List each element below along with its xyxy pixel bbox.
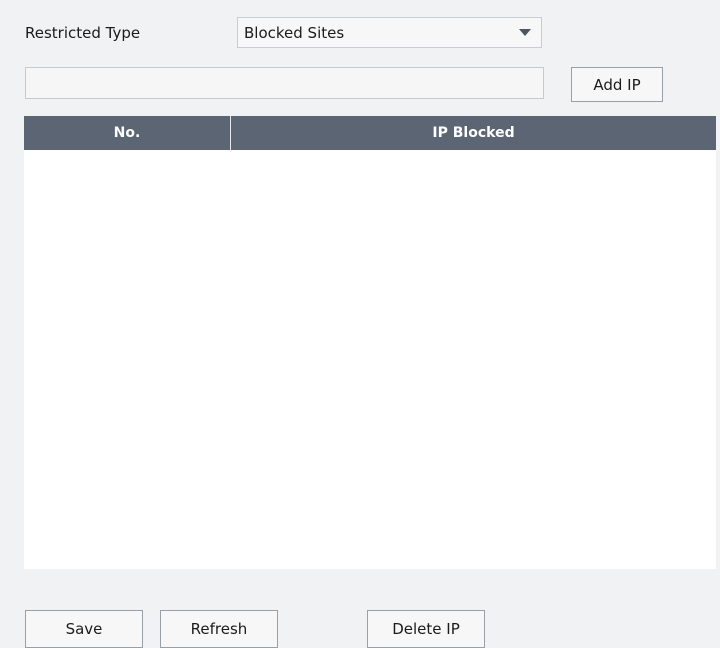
restricted-type-value: Blocked Sites xyxy=(244,24,345,42)
delete-ip-button[interactable]: Delete IP xyxy=(367,610,485,648)
restricted-type-label: Restricted Type xyxy=(25,24,141,42)
add-ip-button[interactable]: Add IP xyxy=(571,67,663,102)
table-body xyxy=(24,150,716,569)
chevron-down-icon xyxy=(519,29,531,36)
save-button[interactable]: Save xyxy=(25,610,143,648)
restricted-type-select[interactable]: Blocked Sites xyxy=(237,17,542,48)
column-header-no[interactable]: No. xyxy=(24,116,231,150)
blocked-ip-table: No. IP Blocked xyxy=(24,116,716,569)
column-header-ip-blocked[interactable]: IP Blocked xyxy=(231,116,716,150)
restricted-sites-panel: Restricted Type Blocked Sites Add IP No.… xyxy=(0,0,720,648)
ip-address-input[interactable] xyxy=(25,67,544,99)
refresh-button[interactable]: Refresh xyxy=(160,610,278,648)
table-header: No. IP Blocked xyxy=(24,116,716,150)
